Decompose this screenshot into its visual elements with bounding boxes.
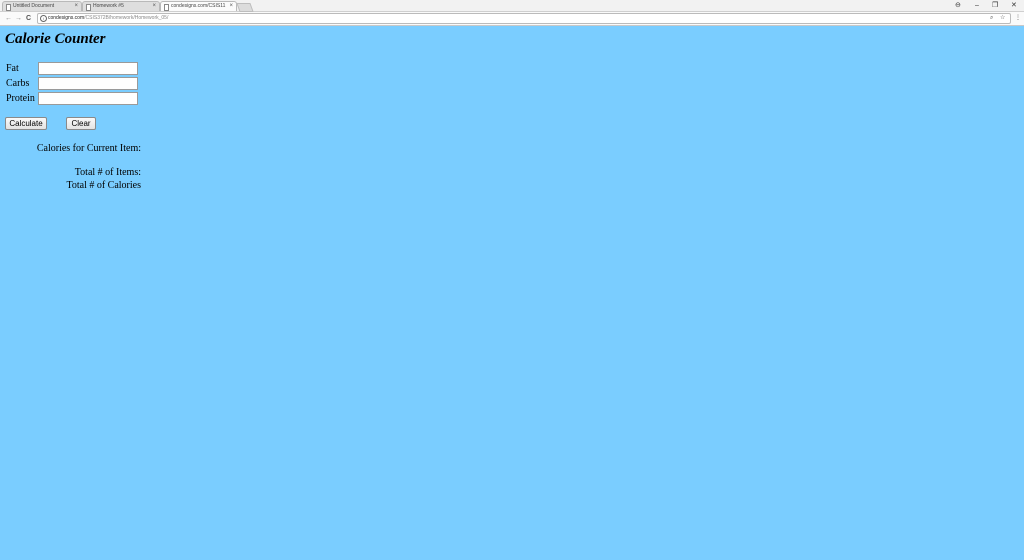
document-icon — [164, 4, 169, 11]
tab-untitled-document[interactable]: Untitled Document × — [2, 1, 82, 11]
document-icon — [86, 4, 91, 11]
url-path: /CSIS372B/homework/Homework_05/ — [84, 15, 169, 21]
browser-tab-strip: Untitled Document × Homework #5 × condes… — [0, 0, 1024, 12]
minimize-button[interactable]: – — [975, 0, 979, 11]
tab-close-icon[interactable]: × — [229, 2, 233, 11]
back-button[interactable]: ← — [5, 13, 12, 24]
new-tab-button[interactable] — [236, 3, 254, 12]
fat-input[interactable] — [38, 62, 138, 75]
document-icon — [6, 4, 11, 11]
url-domain: condesigns.com — [48, 15, 85, 21]
info-icon[interactable]: i — [40, 15, 47, 22]
restore-button[interactable]: ❐ — [992, 0, 998, 11]
forward-button[interactable]: → — [15, 13, 22, 24]
tab-title: Untitled Document — [13, 3, 55, 9]
calculate-button[interactable]: Calculate — [5, 117, 47, 130]
menu-icon[interactable]: ⋮ — [1015, 13, 1021, 24]
bookmark-star-icon[interactable]: ☆ — [1000, 13, 1005, 24]
tab-condesigns[interactable]: condesigns.com/CSIS11 × — [160, 1, 237, 11]
tab-title: condesigns.com/CSIS11 — [171, 3, 226, 9]
close-window-button[interactable]: ✕ — [1011, 0, 1017, 11]
protein-input[interactable] — [38, 92, 138, 105]
url-input[interactable]: i condesigns.com/CSIS372B/homework/Homew… — [37, 13, 1011, 24]
current-item-calories-label: Calories for Current Item: — [36, 143, 141, 154]
address-toolbar: ← → C i condesigns.com/CSIS372B/homework… — [0, 12, 1024, 26]
carbs-label: Carbs — [6, 78, 30, 89]
total-calories-label: Total # of Calories — [66, 180, 141, 191]
carbs-input[interactable] — [38, 77, 138, 90]
account-icon[interactable]: ⊖ — [955, 0, 961, 11]
total-items-label: Total # of Items: — [74, 167, 141, 178]
clear-button[interactable]: Clear — [66, 117, 96, 130]
zoom-icon[interactable]: ⌕ — [990, 13, 993, 24]
tab-close-icon[interactable]: × — [152, 2, 156, 11]
protein-label: Protein — [6, 93, 35, 104]
fat-label: Fat — [6, 63, 19, 74]
reload-button[interactable]: C — [26, 13, 31, 24]
tab-close-icon[interactable]: × — [74, 2, 78, 11]
page-title: Calorie Counter — [5, 31, 106, 47]
tab-title: Homework #5 — [93, 3, 124, 9]
tab-homework-5[interactable]: Homework #5 × — [82, 1, 160, 11]
